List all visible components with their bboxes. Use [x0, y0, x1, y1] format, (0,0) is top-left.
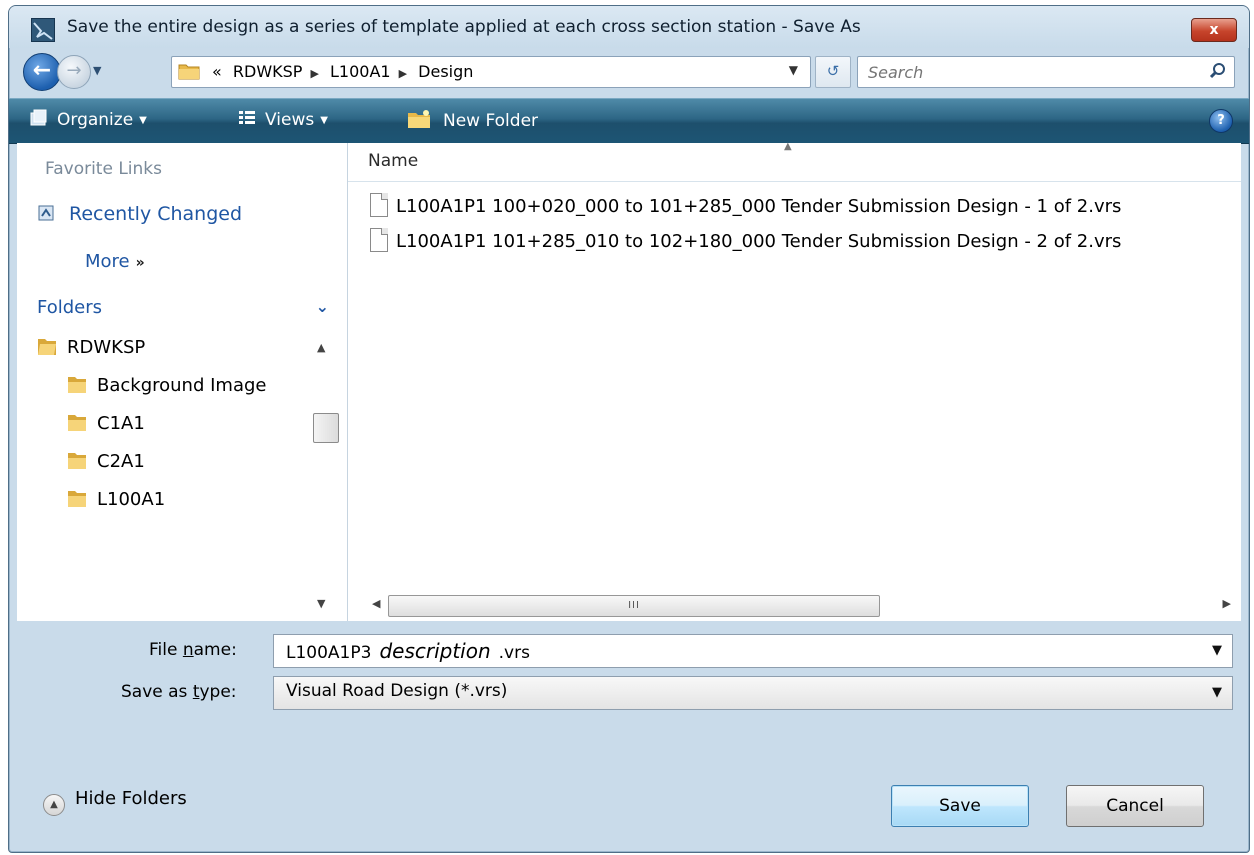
organize-menu[interactable]: Organize ▼ — [29, 109, 147, 133]
tree-item-background-image[interactable]: Background Image — [37, 373, 307, 411]
forward-arrow-icon: → — [66, 60, 82, 81]
column-header-name[interactable]: ▲ Name — [348, 141, 1241, 182]
tree-label: RDWKSP — [67, 337, 146, 358]
save-as-type-value: Visual Road Design (*.vrs) — [286, 681, 508, 701]
file-item[interactable]: L100A1P1 100+020_000 to 101+285_000 Tend… — [370, 193, 1121, 228]
scroll-down-icon[interactable]: ▼ — [317, 597, 325, 610]
folder-icon — [178, 64, 200, 80]
breadcrumb-l100a1[interactable]: L100A1 — [330, 62, 391, 81]
chevron-down-icon: ▼ — [139, 114, 147, 126]
views-icon — [239, 111, 255, 124]
chevron-right-icon[interactable]: ▶ — [310, 67, 318, 80]
sort-ascending-icon: ▲ — [784, 141, 792, 152]
app-icon — [31, 18, 55, 42]
breadcrumb-overflow[interactable]: « — [212, 62, 222, 81]
folder-tree: RDWKSP Background Image C1A1 C2A1 L100A1 — [37, 335, 307, 525]
views-label: Views — [265, 110, 315, 130]
chevron-down-icon[interactable]: ▼ — [1212, 643, 1222, 658]
history-dropdown-button[interactable]: ▼ — [93, 64, 101, 77]
chevron-down-icon: ⌄ — [315, 297, 329, 316]
more-label: More — [85, 251, 130, 272]
scroll-left-icon[interactable]: ◀ — [372, 597, 380, 610]
tree-item-c1a1[interactable]: C1A1 — [37, 411, 307, 449]
tree-label: L100A1 — [97, 489, 166, 510]
breadcrumb-rdwksp[interactable]: RDWKSP — [233, 62, 303, 81]
new-folder-icon — [408, 110, 430, 128]
scroll-up-icon[interactable]: ▲ — [317, 341, 325, 354]
scroll-right-icon[interactable]: ▶ — [1223, 597, 1231, 610]
file-name: L100A1P1 100+020_000 to 101+285_000 Tend… — [396, 196, 1122, 217]
close-button[interactable]: x — [1191, 18, 1237, 42]
new-folder-label: New Folder — [443, 111, 539, 131]
document-icon — [370, 228, 388, 252]
horizontal-scrollbar[interactable]: ◀ III ▶ — [348, 591, 1241, 619]
document-icon — [370, 193, 388, 217]
views-menu[interactable]: Views ▼ — [237, 109, 328, 133]
organize-icon — [30, 109, 47, 126]
file-list: L100A1P1 100+020_000 to 101+285_000 Tend… — [370, 193, 1121, 263]
tree-item-l100a1[interactable]: L100A1 — [37, 487, 307, 525]
cancel-button[interactable]: Cancel — [1066, 785, 1204, 827]
file-name: L100A1P1 101+285_010 to 102+180_000 Tend… — [396, 231, 1122, 252]
tree-item-rdwksp[interactable]: RDWKSP — [37, 335, 307, 373]
folder-icon — [68, 453, 86, 469]
save-as-type-label: Save as type: — [121, 682, 237, 702]
tree-label: C2A1 — [97, 451, 145, 472]
double-chevron-icon: » — [135, 255, 145, 271]
folders-label: Folders — [37, 297, 103, 318]
breadcrumb-design[interactable]: Design — [418, 62, 473, 81]
help-icon[interactable]: ? — [1209, 109, 1233, 133]
command-toolbar: Organize ▼ Views ▼ New Folder ? — [9, 98, 1249, 144]
column-name-label: Name — [368, 151, 419, 171]
chevron-down-icon: ▼ — [320, 114, 328, 126]
tree-item-c2a1[interactable]: C2A1 — [37, 449, 307, 487]
file-list-pane: ▲ Name L100A1P1 100+020_000 to 101+285_0… — [348, 141, 1241, 621]
folder-icon — [68, 377, 86, 393]
forward-button[interactable]: → — [57, 55, 91, 89]
more-links-button[interactable]: More » — [85, 251, 145, 272]
title-bar: Save the entire design as a series of te… — [9, 6, 1249, 48]
chevron-up-icon: ▲ — [43, 794, 65, 816]
file-name-combobox[interactable]: L100A1P3 description .vrs ▼ — [273, 634, 1233, 668]
folder-icon — [68, 415, 86, 431]
back-arrow-icon: ← — [32, 58, 52, 83]
search-box[interactable] — [857, 56, 1235, 88]
favorite-links-heading: Favorite Links — [45, 159, 163, 179]
window-title: Save the entire design as a series of te… — [67, 17, 861, 37]
refresh-icon: ↺ — [826, 62, 840, 80]
open-folder-icon — [38, 339, 56, 355]
folder-icon — [68, 491, 86, 507]
favorite-link-recently-changed[interactable]: Recently Changed — [37, 203, 242, 229]
chevron-down-icon[interactable]: ▼ — [1212, 685, 1222, 700]
breadcrumb: « RDWKSP ▶ L100A1 ▶ Design — [212, 62, 479, 81]
save-button[interactable]: Save — [891, 785, 1029, 827]
address-bar[interactable]: « RDWKSP ▶ L100A1 ▶ Design ▼ — [171, 56, 811, 88]
back-button[interactable]: ← — [23, 53, 61, 91]
scroll-thumb[interactable] — [313, 413, 339, 443]
tree-label: C1A1 — [97, 413, 145, 434]
folders-header[interactable]: Folders ⌄ — [37, 297, 337, 325]
save-as-dialog: Save the entire design as a series of te… — [8, 5, 1250, 853]
address-row: ← → ▼ « RDWKSP ▶ L100A1 ▶ Design ▼ ↺ — [9, 48, 1249, 96]
hide-folders-label: Hide Folders — [75, 788, 187, 809]
file-name-input[interactable]: L100A1P3 description .vrs — [286, 639, 530, 663]
search-icon[interactable] — [1208, 61, 1228, 81]
file-item[interactable]: L100A1P1 101+285_010 to 102+180_000 Tend… — [370, 228, 1121, 263]
new-folder-button[interactable]: New Folder — [407, 109, 538, 133]
search-input[interactable] — [866, 60, 1190, 84]
chevron-right-icon[interactable]: ▶ — [399, 67, 407, 80]
hide-folders-button[interactable]: ▲ Hide Folders — [43, 788, 187, 816]
save-as-type-select[interactable]: Visual Road Design (*.vrs) ▼ — [273, 676, 1233, 710]
organize-label: Organize — [57, 110, 134, 130]
tree-label: Background Image — [97, 375, 267, 396]
refresh-button[interactable]: ↺ — [815, 56, 851, 88]
file-name-label: File name: — [149, 640, 237, 660]
tree-scrollbar[interactable]: ▲ ▼ — [309, 339, 341, 619]
scroll-thumb[interactable]: III — [388, 595, 880, 617]
recently-changed-label: Recently Changed — [69, 203, 243, 225]
address-dropdown-icon[interactable]: ▼ — [789, 63, 798, 77]
recently-changed-icon — [38, 205, 54, 221]
navigation-pane: Favorite Links Recently Changed More » Fo… — [17, 143, 348, 621]
